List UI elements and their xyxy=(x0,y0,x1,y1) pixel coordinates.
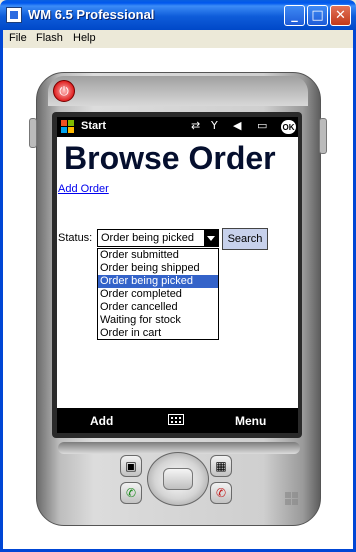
dropdown-option[interactable]: Order submitted xyxy=(98,249,218,262)
ok-button[interactable]: OK xyxy=(281,120,296,134)
connectivity-icon[interactable]: ⇄ xyxy=(191,119,200,132)
minimize-icon: _ xyxy=(291,8,298,23)
add-softkey[interactable]: Add xyxy=(90,414,113,428)
side-button-right[interactable] xyxy=(319,118,327,154)
dropdown-option[interactable]: Order cancelled xyxy=(98,301,218,314)
windows-flag-icon[interactable] xyxy=(61,120,75,134)
phone-end-icon: ✆ xyxy=(215,486,227,500)
maximize-icon: □ xyxy=(311,8,324,23)
app-icon xyxy=(6,7,22,23)
wm-taskbar: Start ⇄ Y ◀ ▭ OK xyxy=(57,117,298,137)
start-label[interactable]: Start xyxy=(81,120,106,132)
side-button-left[interactable] xyxy=(29,118,37,148)
menu-help[interactable]: Help xyxy=(73,32,96,44)
hardware-soft-left-button[interactable]: ▣ xyxy=(120,455,142,477)
power-button[interactable]: ⏻ xyxy=(53,80,75,102)
wm-content-area: Browse Order Add Order Status: Order bei… xyxy=(57,137,298,408)
menu-softkey[interactable]: Menu xyxy=(235,414,266,428)
add-order-link[interactable]: Add Order xyxy=(58,183,109,195)
maximize-button[interactable]: □ xyxy=(307,5,328,26)
status-label: Status: xyxy=(58,232,93,244)
window-title-bar[interactable]: WM 6.5 Professional _ □ ✕ xyxy=(0,0,356,30)
phone-call-icon: ✆ xyxy=(125,486,137,500)
menu-flash[interactable]: Flash xyxy=(36,32,63,44)
close-icon: ✕ xyxy=(335,8,346,23)
signal-off-icon[interactable]: Y xyxy=(211,119,218,132)
search-button[interactable]: Search xyxy=(222,228,268,250)
windows-logo-icon xyxy=(285,492,299,506)
dropdown-option[interactable]: Order in cart xyxy=(98,327,218,340)
status-dropdown-list: Order submitted Order being shipped Orde… xyxy=(97,248,219,340)
minimize-button[interactable]: _ xyxy=(284,5,305,26)
contacts-icon: ▣ xyxy=(125,459,137,473)
dropdown-option[interactable]: Order being shipped xyxy=(98,262,218,275)
call-button[interactable]: ✆ xyxy=(120,482,142,504)
battery-icon[interactable]: ▭ xyxy=(257,119,267,132)
status-selected-value: Order being picked xyxy=(101,232,194,244)
power-icon: ⏻ xyxy=(59,83,69,98)
chevron-down-icon[interactable] xyxy=(204,230,218,246)
dropdown-option[interactable]: Waiting for stock xyxy=(98,314,218,327)
menu-file[interactable]: File xyxy=(9,32,27,44)
device-top xyxy=(48,76,308,106)
dropdown-option[interactable]: Order completed xyxy=(98,288,218,301)
softkey-bar: Add Menu xyxy=(57,408,298,433)
end-call-button[interactable]: ✆ xyxy=(210,482,232,504)
window-title: WM 6.5 Professional xyxy=(28,7,155,22)
dpad-center-button[interactable] xyxy=(163,468,193,490)
hardware-soft-right-button[interactable]: ▦ xyxy=(210,455,232,477)
dropdown-option-selected[interactable]: Order being picked xyxy=(98,275,218,288)
page-title: Browse Order xyxy=(64,140,276,176)
menu-bar: File Flash Help xyxy=(3,30,353,48)
close-button[interactable]: ✕ xyxy=(330,5,351,26)
window-frame-left xyxy=(0,30,3,552)
grid-icon: ▦ xyxy=(215,459,227,473)
volume-mute-icon[interactable]: ◀ xyxy=(233,119,241,132)
keyboard-icon[interactable] xyxy=(168,414,184,425)
status-select[interactable]: Order being picked xyxy=(97,229,219,247)
